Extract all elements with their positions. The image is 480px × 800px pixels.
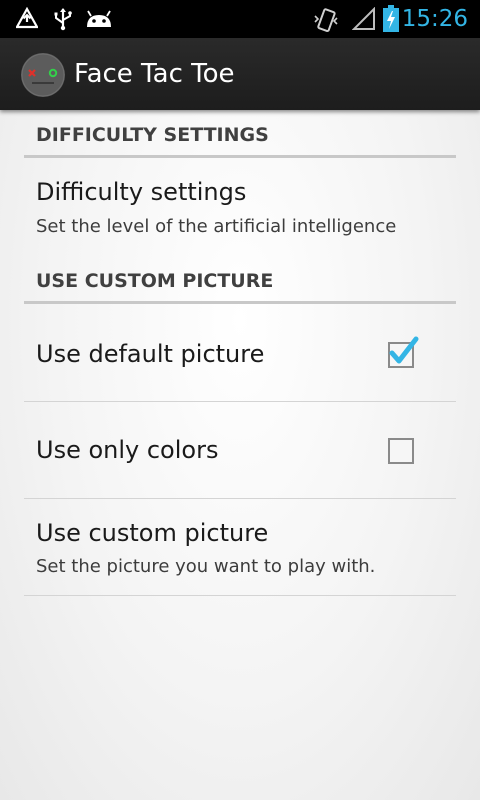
pref-title: Difficulty settings bbox=[36, 178, 247, 206]
pref-summary: Set the picture you want to play with. bbox=[36, 556, 376, 577]
android-icon bbox=[84, 7, 114, 31]
checkbox-use-default-picture[interactable] bbox=[388, 336, 419, 368]
signal-icon bbox=[352, 7, 376, 31]
pref-use-custom-picture[interactable]: Use custom picture Set the picture you w… bbox=[24, 499, 456, 595]
status-bar: 15:26 bbox=[0, 0, 480, 38]
checkmark-icon bbox=[389, 336, 419, 364]
upload-warning-icon bbox=[16, 7, 38, 31]
app-title: Face Tac Toe bbox=[74, 59, 235, 89]
pref-title: Use custom picture bbox=[36, 519, 269, 547]
category-difficulty-settings: DIFFICULTY SETTINGS bbox=[24, 110, 456, 158]
category-label: USE CUSTOM PICTURE bbox=[36, 270, 274, 292]
clock: 15:26 bbox=[401, 6, 468, 32]
battery-charging-icon bbox=[382, 5, 400, 32]
row-divider bbox=[24, 595, 456, 596]
face-tac-toe-app-icon[interactable] bbox=[20, 52, 66, 98]
pref-use-only-colors[interactable]: Use only colors bbox=[24, 402, 456, 498]
category-use-custom-picture: USE CUSTOM PICTURE bbox=[24, 256, 456, 302]
pref-title: Use default picture bbox=[36, 340, 265, 368]
pref-difficulty-settings[interactable]: Difficulty settings Set the level of the… bbox=[24, 158, 456, 254]
action-bar: Face Tac Toe bbox=[0, 38, 480, 110]
pref-summary: Set the level of the artificial intellig… bbox=[36, 216, 397, 237]
checkbox-use-only-colors[interactable] bbox=[388, 438, 414, 464]
vibrate-icon bbox=[312, 7, 340, 33]
category-label: DIFFICULTY SETTINGS bbox=[36, 124, 269, 146]
usb-icon bbox=[52, 7, 74, 31]
pref-title: Use only colors bbox=[36, 436, 219, 464]
pref-use-default-picture[interactable]: Use default picture bbox=[24, 304, 456, 401]
